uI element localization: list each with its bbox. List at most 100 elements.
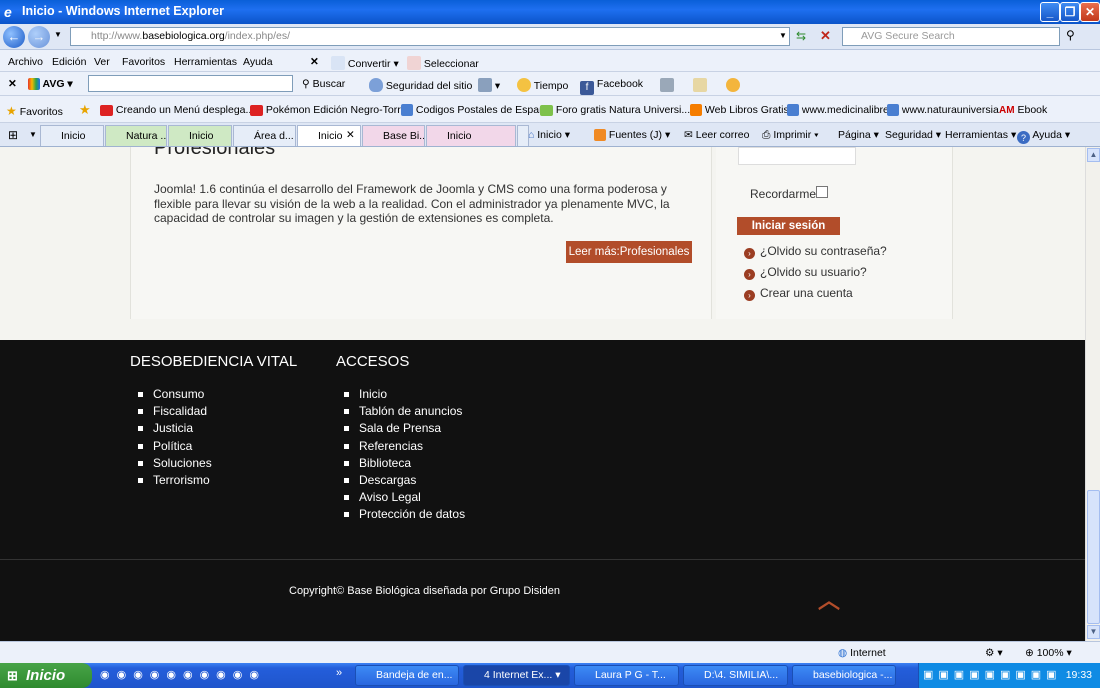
- menu-edicion[interactable]: Edición: [52, 56, 86, 68]
- close-avg-icon[interactable]: ✕: [8, 78, 17, 90]
- tab-7[interactable]: Inicio: [426, 125, 516, 146]
- tab-list-icon[interactable]: ▼: [29, 130, 37, 139]
- task-filezilla[interactable]: basebiologica -...: [792, 665, 896, 686]
- avg-search-input[interactable]: [88, 75, 293, 92]
- tray-icons[interactable]: ▣▣▣▣▣▣▣▣▣: [923, 668, 1062, 681]
- read-mail-button[interactable]: ✉ Leer correo: [684, 129, 749, 141]
- scroll-down-icon[interactable]: ▼: [1087, 625, 1100, 639]
- tab-5-active[interactable]: Inicio ✕: [297, 125, 361, 146]
- rss-icon: [594, 129, 606, 141]
- copyright-text: Copyright© Base Biológica diseñada por G…: [289, 585, 561, 597]
- close-tab-icon[interactable]: ✕: [346, 129, 355, 141]
- quick-launch-icons[interactable]: ◉◉◉◉◉◉◉◉◉◉: [100, 668, 266, 681]
- menu-ver[interactable]: Ver: [94, 56, 110, 68]
- fav-item-4[interactable]: Foro gratis Natura Universi...: [540, 104, 690, 116]
- footer-link[interactable]: Justicia: [130, 421, 212, 438]
- quick-launch-more-icon[interactable]: »: [336, 667, 342, 679]
- remember-checkbox[interactable]: [816, 186, 828, 198]
- seleccionar-button[interactable]: Seleccionar: [407, 56, 479, 70]
- page-menu-button[interactable]: Página ▾: [838, 129, 879, 141]
- trash-button[interactable]: ▾: [478, 78, 500, 92]
- minimize-button[interactable]: _: [1040, 2, 1060, 22]
- home-button[interactable]: ⌂ Inicio ▾: [528, 129, 570, 141]
- address-input[interactable]: http://www.basebiologica.org/index.php/e…: [70, 27, 790, 46]
- forward-button[interactable]: →: [28, 26, 50, 48]
- feeds-button[interactable]: Fuentes (J) ▾: [594, 129, 670, 141]
- fav-item-7[interactable]: www.naturauniversia: [887, 104, 999, 116]
- maximize-button[interactable]: ❐: [1060, 2, 1080, 22]
- safety-menu-button[interactable]: Seguridad ▾: [885, 129, 941, 141]
- footer-link[interactable]: Aviso Legal: [336, 490, 465, 507]
- tab-4[interactable]: Área d...: [233, 125, 296, 146]
- vertical-scrollbar[interactable]: ▲ ▼: [1085, 147, 1100, 641]
- task-explorer[interactable]: D:\4. SIMILIA\...: [683, 665, 788, 686]
- menu-ayuda[interactable]: Ayuda: [243, 56, 273, 68]
- help-menu-button[interactable]: ? Ayuda ▾: [1017, 129, 1070, 144]
- stop-icon[interactable]: ✕: [820, 28, 831, 44]
- tab-1[interactable]: Inicio: [40, 125, 104, 146]
- footer-link[interactable]: Política: [130, 439, 212, 456]
- fav-item-2[interactable]: Pokémon Edición Negro-Torr...: [250, 104, 409, 116]
- add-favorite-icon[interactable]: ★: [79, 102, 91, 118]
- footer-link[interactable]: Biblioteca: [336, 456, 465, 473]
- start-button[interactable]: ⊞ Inicio: [0, 663, 92, 688]
- site-safety-button[interactable]: Seguridad del sitio: [369, 78, 472, 92]
- refresh-icon[interactable]: ⇆: [796, 29, 806, 43]
- fav-item-6[interactable]: www.medicinalibre: [787, 104, 889, 116]
- fav-item-8[interactable]: AM Ebook: [999, 104, 1047, 116]
- back-button[interactable]: ←: [3, 26, 25, 48]
- footer-link[interactable]: Protección de datos: [336, 507, 465, 524]
- task-outlook[interactable]: Bandeja de en...: [355, 665, 459, 686]
- weather-button[interactable]: Tiempo: [517, 78, 568, 92]
- menu-herramientas[interactable]: Herramientas: [174, 56, 237, 68]
- task-ie[interactable]: 4 Internet Ex... ▾: [463, 665, 570, 686]
- footer-link[interactable]: Tablón de anuncios: [336, 404, 465, 421]
- search-tool-icon[interactable]: [726, 78, 740, 92]
- convertir-button[interactable]: Convertir ▾: [331, 56, 399, 70]
- search-icon[interactable]: ⚲: [1066, 28, 1075, 42]
- footer-link[interactable]: Sala de Prensa: [336, 421, 465, 438]
- footer-link[interactable]: Terrorismo: [130, 473, 212, 490]
- menu-archivo[interactable]: Archivo: [8, 56, 43, 68]
- facebook-button[interactable]: f Facebook: [580, 78, 643, 95]
- tab-6[interactable]: Base Bi...: [362, 125, 425, 146]
- calculator-icon[interactable]: [660, 78, 674, 92]
- create-account-link[interactable]: › Crear una cuenta: [744, 286, 853, 301]
- forgot-username-link[interactable]: › ¿Olvido su usuario?: [744, 265, 867, 280]
- close-toolbar-icon[interactable]: ✕: [310, 56, 319, 68]
- footer-link[interactable]: Soluciones: [130, 456, 212, 473]
- avg-menu-button[interactable]: AVG ▾: [28, 78, 73, 90]
- footer-link[interactable]: Descargas: [336, 473, 465, 490]
- notepad-icon[interactable]: [693, 78, 707, 92]
- zoom-button[interactable]: ⊕ 100% ▾: [1025, 647, 1072, 659]
- footer-link[interactable]: Consumo: [130, 387, 212, 404]
- back-to-top-icon[interactable]: ︿: [818, 583, 840, 615]
- footer-link[interactable]: Fiscalidad: [130, 404, 212, 421]
- footer-link[interactable]: Inicio: [336, 387, 465, 404]
- read-more-button[interactable]: Leer más:Profesionales: [566, 241, 692, 263]
- fav-item-3[interactable]: Codigos Postales de España: [401, 104, 551, 116]
- login-button[interactable]: Iniciar sesión: [737, 217, 840, 235]
- scroll-thumb[interactable]: [1087, 490, 1100, 624]
- buscar-button[interactable]: ⚲ Buscar: [302, 78, 345, 90]
- tab-3[interactable]: Inicio: [168, 125, 232, 146]
- history-dropdown-icon[interactable]: ▼: [54, 30, 62, 39]
- address-dropdown-icon[interactable]: ▼: [779, 31, 787, 40]
- task-word[interactable]: Laura P G - T...: [574, 665, 679, 686]
- search-input[interactable]: AVG Secure Search: [842, 27, 1060, 46]
- favorites-button[interactable]: ★ Favoritos: [6, 104, 63, 118]
- close-button[interactable]: ✕: [1080, 2, 1100, 22]
- forgot-password-link[interactable]: › ¿Olvido su contraseña?: [744, 244, 887, 259]
- tools-menu-button[interactable]: Herramientas ▾: [945, 129, 1016, 141]
- taskbar: ⊞ Inicio ◉◉◉◉◉◉◉◉◉◉ » Bandeja de en... 4…: [0, 663, 1100, 688]
- print-button[interactable]: ⎙ Imprimir ▾: [762, 129, 819, 142]
- protected-mode-icon[interactable]: ⚙ ▾: [985, 647, 1003, 659]
- menu-favoritos[interactable]: Favoritos: [122, 56, 165, 68]
- tab-2[interactable]: Natura ...: [105, 125, 167, 146]
- fav-item-5[interactable]: Web Libros Gratis: [690, 104, 789, 116]
- scroll-up-icon[interactable]: ▲: [1087, 148, 1100, 162]
- footer-link[interactable]: Referencias: [336, 439, 465, 456]
- password-input[interactable]: [738, 147, 856, 165]
- fav-item-1[interactable]: Creando un Menú desplega...: [100, 104, 254, 116]
- quick-tabs-icon[interactable]: ⊞: [8, 128, 18, 142]
